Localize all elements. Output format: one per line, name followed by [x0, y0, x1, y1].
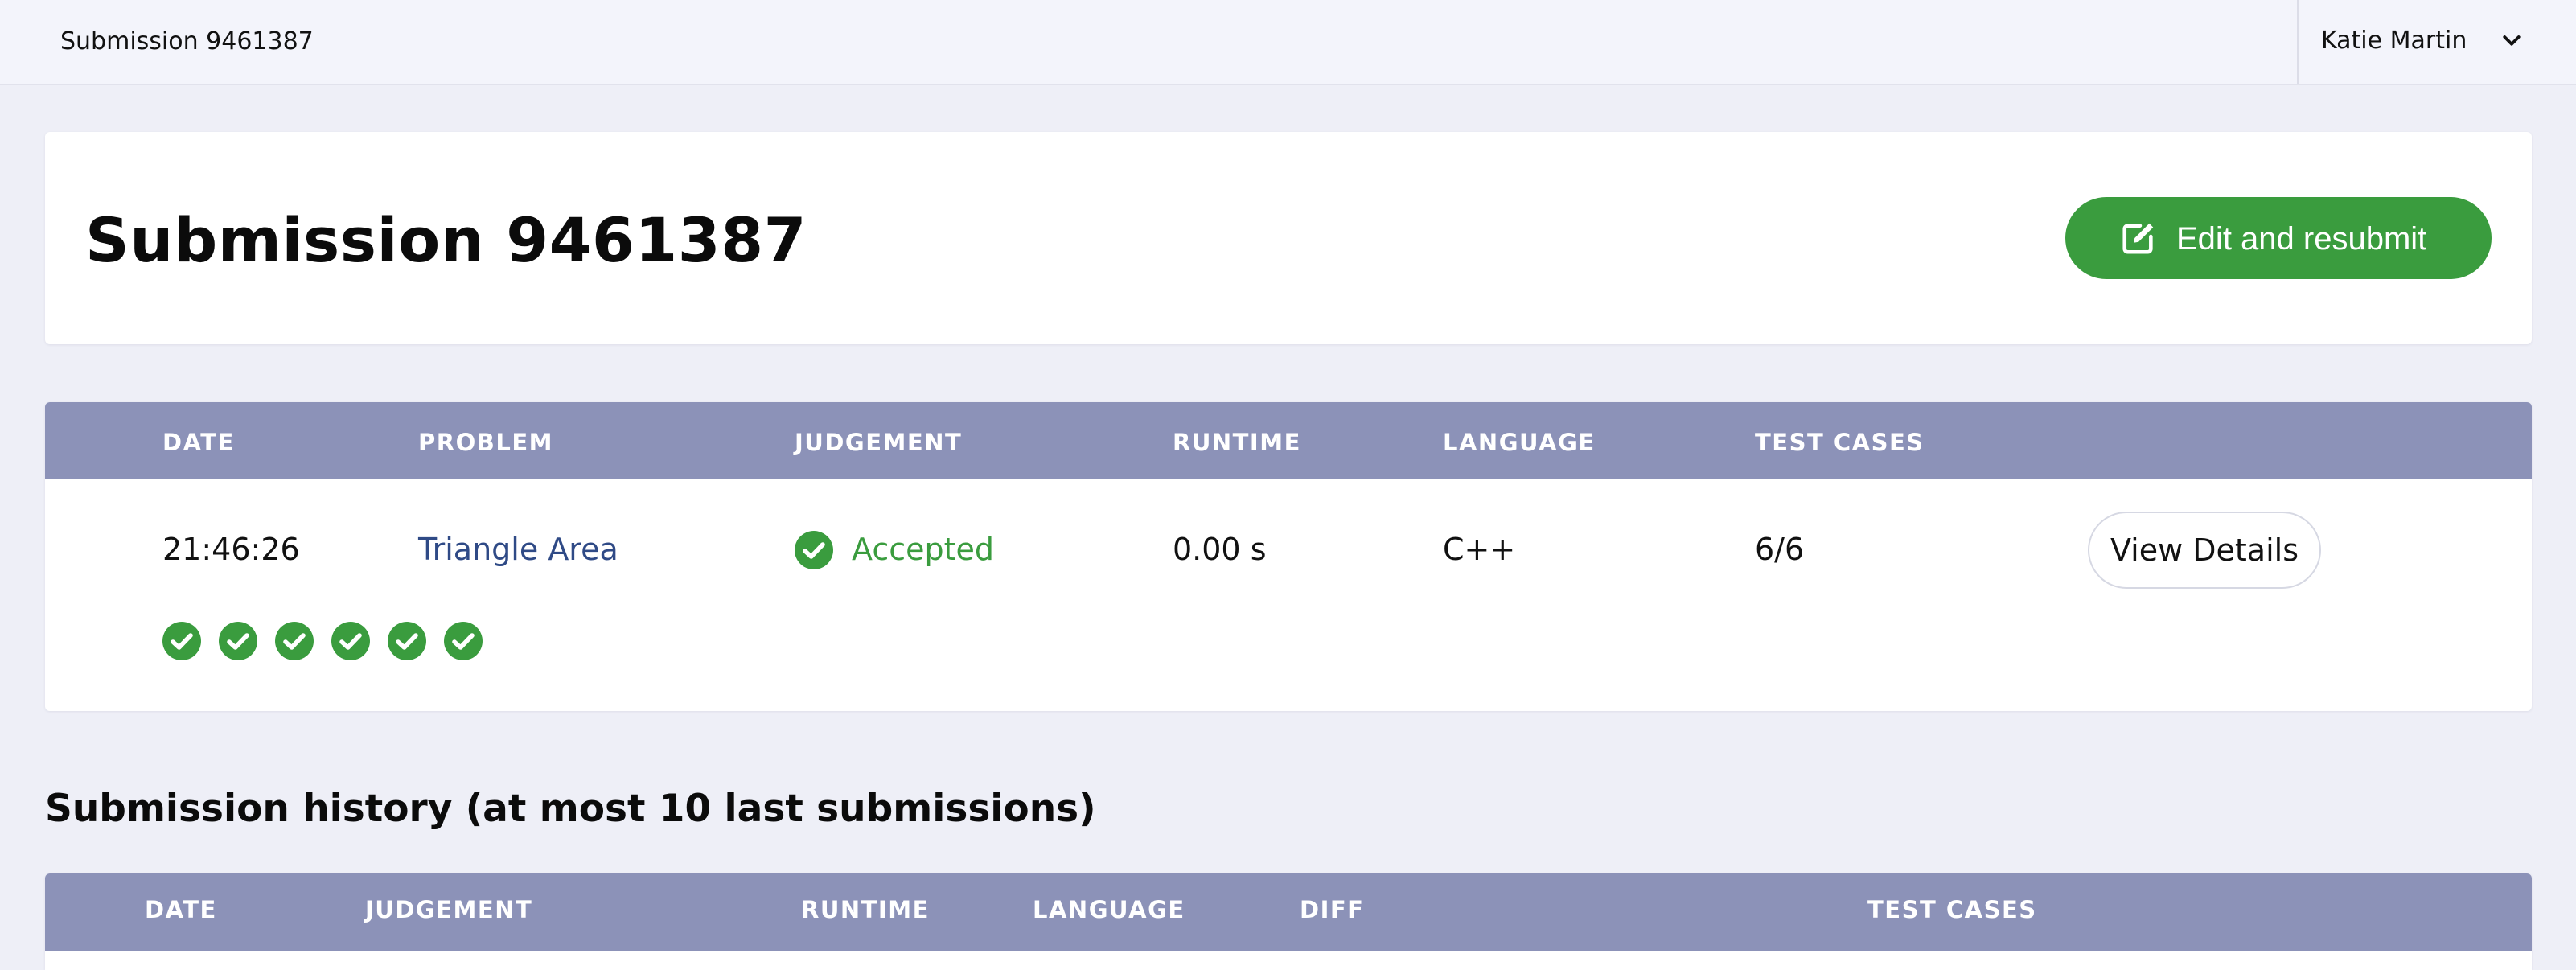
history-column-date: DATE [145, 896, 217, 923]
history-column-diff: DIFF [1300, 896, 1365, 923]
history-column-judgement: JUDGEMENT [365, 896, 533, 923]
history-column-test-cases: TEST CASES [1867, 896, 2037, 923]
history-table: DATE JUDGEMENT RUNTIME LANGUAGE DIFF TES… [45, 873, 2532, 970]
view-details-button[interactable]: View Details [2088, 512, 2321, 589]
submission-runtime: 0.00 s [1173, 532, 1267, 567]
submission-test-cases: 6/6 [1755, 532, 1805, 567]
column-header-language: LANGUAGE [1443, 429, 1596, 456]
problem-link[interactable]: Triangle Area [418, 531, 618, 568]
column-header-runtime: RUNTIME [1173, 429, 1301, 456]
edit-and-resubmit-label: Edit and resubmit [2176, 221, 2427, 257]
chevron-down-icon [2503, 35, 2521, 46]
test-case-3-check-icon[interactable] [275, 622, 314, 660]
column-header-date: DATE [162, 429, 235, 456]
test-case-5-check-icon[interactable] [388, 622, 426, 660]
edit-and-resubmit-button[interactable]: Edit and resubmit [2065, 197, 2492, 279]
top-bar: Submission 9461387 Katie Martin [0, 0, 2576, 85]
page-title: Submission 9461387 [85, 204, 807, 276]
column-header-problem: PROBLEM [418, 429, 553, 456]
user-name: Katie Martin [2321, 27, 2467, 55]
history-column-runtime: RUNTIME [801, 896, 930, 923]
submission-date: 21:46:26 [162, 532, 300, 567]
submission-table-header: DATE PROBLEM JUDGEMENT RUNTIME LANGUAGE … [45, 402, 2532, 479]
history-table-header: DATE JUDGEMENT RUNTIME LANGUAGE DIFF TES… [45, 873, 2532, 951]
test-case-4-check-icon[interactable] [331, 622, 370, 660]
user-menu[interactable]: Katie Martin [2297, 0, 2576, 84]
column-header-judgement: JUDGEMENT [795, 429, 963, 456]
column-header-test-cases: TEST CASES [1755, 429, 1925, 456]
check-circle-icon [795, 531, 833, 569]
test-case-2-check-icon[interactable] [219, 622, 257, 660]
history-title: Submission history (at most 10 last subm… [45, 787, 1096, 831]
judgement-status: Accepted [852, 532, 995, 567]
topbar-title: Submission 9461387 [60, 27, 314, 55]
history-column-language: LANGUAGE [1033, 896, 1185, 923]
edit-icon [2122, 223, 2154, 254]
test-case-6-check-icon[interactable] [444, 622, 483, 660]
submission-language: C++ [1443, 532, 1516, 567]
submission-table: DATE PROBLEM JUDGEMENT RUNTIME LANGUAGE … [45, 402, 2532, 711]
test-case-1-check-icon[interactable] [162, 622, 201, 660]
header-card: Submission 9461387 Edit and resubmit [45, 132, 2532, 344]
